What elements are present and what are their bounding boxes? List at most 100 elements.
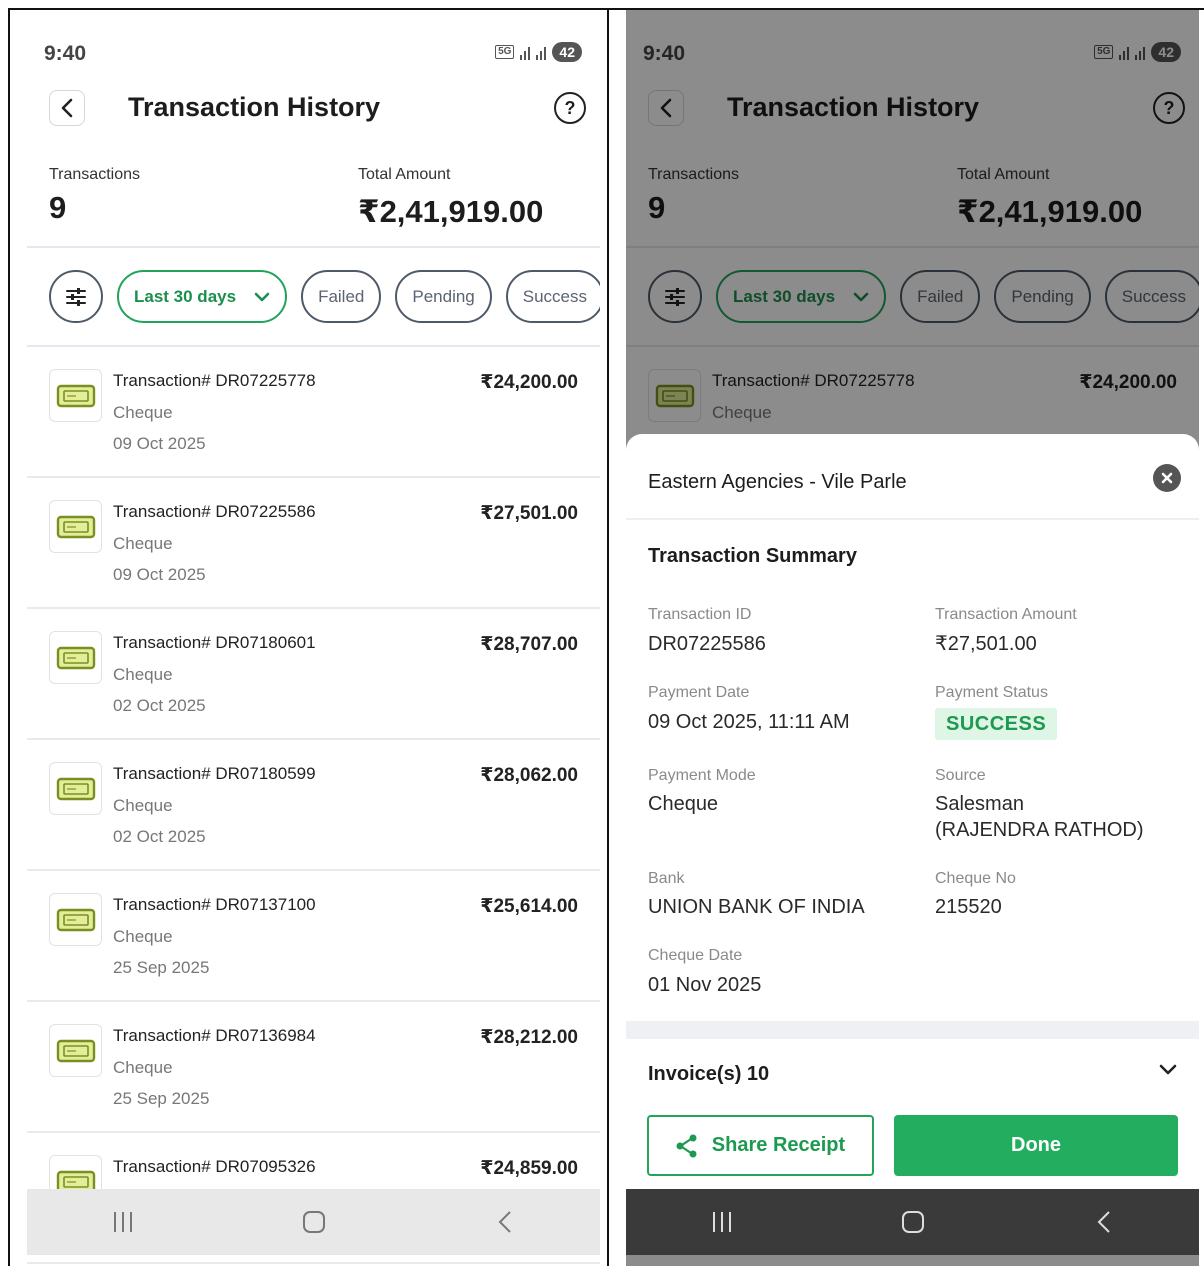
list-item[interactable]: Transaction# DR07180599 ₹28,062.00 Cheque 0… xyxy=(27,740,600,871)
payment-status-label: Payment Status xyxy=(935,684,1048,701)
bank-label: Bank xyxy=(648,870,685,887)
back-button[interactable] xyxy=(49,90,85,126)
help-button[interactable]: ? xyxy=(554,92,586,124)
system-nav-bar xyxy=(626,1189,1199,1255)
system-nav-bar xyxy=(27,1189,600,1255)
network-badge: 5G xyxy=(495,45,515,59)
app-bar: Transaction History ? xyxy=(27,88,600,138)
close-button[interactable] xyxy=(1153,464,1181,492)
chip-pending[interactable]: Pending xyxy=(395,270,492,323)
cheque-no-value: 215520 xyxy=(935,896,1002,918)
payment-mode-value: Cheque xyxy=(648,793,719,815)
transaction-date: 02 Oct 2025 xyxy=(113,827,206,846)
status-bar: 9:40 5G 42 xyxy=(27,40,600,70)
back-nav-icon[interactable] xyxy=(475,1202,535,1242)
transaction-id: Transaction# DR07180599 xyxy=(113,764,316,783)
cheque-icon xyxy=(49,500,102,553)
transaction-mode: Cheque xyxy=(113,796,173,815)
home-icon[interactable] xyxy=(883,1202,943,1242)
transaction-date: 09 Oct 2025 xyxy=(113,434,206,453)
summary-divider xyxy=(27,246,600,248)
list-item[interactable]: Transaction# DR07136984 ₹28,212.00 Cheque 2… xyxy=(27,1002,600,1133)
left-screen-frame: 9:40 5G 42 Transaction History ? Transac… xyxy=(8,8,610,1266)
transaction-amount-value: ₹27,501.00 xyxy=(935,633,1037,655)
transaction-date: 25 Sep 2025 xyxy=(113,1089,210,1108)
chip-failed[interactable]: Failed xyxy=(301,270,382,323)
date-range-dropdown[interactable]: Last 30 days xyxy=(117,270,288,323)
list-item[interactable]: Transaction# DR07225586 ₹27,501.00 Cheque 0… xyxy=(27,478,600,609)
transaction-detail-screen: 9:40 5G 42 Transaction History ? Transac… xyxy=(626,10,1199,1266)
transaction-id: Transaction# DR07095326 xyxy=(113,1157,316,1176)
section-separator xyxy=(626,1021,1199,1039)
source-value-line2: (RAJENDRA RATHOD) xyxy=(935,819,1144,841)
transaction-amount: ₹27,501.00 xyxy=(480,503,578,524)
filter-button[interactable] xyxy=(49,270,103,323)
list-item[interactable]: Transaction# DR07180601 ₹28,707.00 Cheque 0… xyxy=(27,609,600,740)
transaction-amount-label: Transaction Amount xyxy=(935,606,1077,623)
close-circle-icon xyxy=(1161,472,1173,484)
transaction-date: 25 Sep 2025 xyxy=(113,958,210,977)
transaction-amount: ₹24,859.00 xyxy=(480,1158,578,1179)
payment-status-badge: SUCCESS xyxy=(935,708,1058,740)
signal-icon-2 xyxy=(536,44,547,60)
transactions-label: Transactions xyxy=(49,166,140,183)
payment-date-label: Payment Date xyxy=(648,684,750,701)
transaction-amount: ₹28,707.00 xyxy=(480,634,578,655)
transaction-amount: ₹25,614.00 xyxy=(480,896,578,917)
bank-value: UNION BANK OF INDIA xyxy=(648,896,865,918)
transaction-amount: ₹28,062.00 xyxy=(480,765,578,786)
cheque-icon xyxy=(49,369,102,422)
right-screen-frame: 9:40 5G 42 Transaction History ? Transac… xyxy=(607,8,1204,1266)
list-item[interactable]: Transaction# DR07225778 ₹24,200.00 Cheque 0… xyxy=(27,347,600,478)
cheque-no-label: Cheque No xyxy=(935,870,1016,887)
list-item[interactable]: Transaction# DR07137100 ₹25,614.00 Cheque 2… xyxy=(27,871,600,1002)
payment-mode-label: Payment Mode xyxy=(648,767,756,784)
total-amount-value: ₹2,41,919.00 xyxy=(358,194,544,229)
source-label: Source xyxy=(935,767,986,784)
transaction-date: 02 Oct 2025 xyxy=(113,696,206,715)
page-title: Transaction History xyxy=(128,92,381,122)
sheet-title: Eastern Agencies - Vile Parle xyxy=(648,471,907,493)
share-receipt-button[interactable]: Share Receipt xyxy=(647,1115,874,1176)
transaction-mode: Cheque xyxy=(113,927,173,946)
home-icon[interactable] xyxy=(284,1202,344,1242)
chip-success[interactable]: Success xyxy=(505,270,600,323)
chevron-down-icon xyxy=(254,292,270,301)
question-circle-icon: ? xyxy=(564,97,576,118)
recent-apps-icon[interactable] xyxy=(692,1202,752,1242)
chevron-down-icon[interactable] xyxy=(1159,1064,1177,1076)
invoices-toggle[interactable]: Invoice(s) 10 xyxy=(648,1063,769,1086)
back-nav-icon[interactable] xyxy=(1074,1202,1134,1242)
cheque-icon xyxy=(49,762,102,815)
transaction-id: Transaction# DR07137100 xyxy=(113,895,316,914)
sheet-divider xyxy=(626,518,1199,520)
transaction-mode: Cheque xyxy=(113,665,173,684)
total-amount-label: Total Amount xyxy=(358,166,451,183)
transactions-count: 9 xyxy=(49,190,67,225)
transaction-id: Transaction# DR07180601 xyxy=(113,633,316,652)
cheque-date-label: Cheque Date xyxy=(648,947,743,964)
transaction-id: Transaction# DR07136984 xyxy=(113,1026,316,1045)
transaction-mode: Cheque xyxy=(113,1058,173,1077)
transaction-amount: ₹24,200.00 xyxy=(480,372,578,393)
recent-apps-icon[interactable] xyxy=(93,1202,153,1242)
share-receipt-label: Share Receipt xyxy=(711,1134,846,1156)
chevron-left-icon xyxy=(61,98,73,118)
transaction-detail-sheet: Eastern Agencies - Vile Parle Transactio… xyxy=(626,434,1199,1189)
battery-icon: 42 xyxy=(552,42,582,62)
transaction-mode: Cheque xyxy=(113,534,173,553)
source-value-line1: Salesman xyxy=(935,793,1024,815)
transaction-summary-heading: Transaction Summary xyxy=(648,545,857,567)
transaction-amount: ₹28,212.00 xyxy=(480,1027,578,1048)
cheque-date-value: 01 Nov 2025 xyxy=(648,974,762,996)
signal-icon xyxy=(520,44,531,60)
transaction-id-label: Transaction ID xyxy=(648,606,752,623)
done-button[interactable]: Done xyxy=(894,1115,1178,1176)
filter-chips: Last 30 days Failed Pending Success xyxy=(49,270,600,324)
status-icons: 5G 42 xyxy=(495,42,582,62)
transaction-id: Transaction# DR07225586 xyxy=(113,502,316,521)
cheque-icon xyxy=(49,1024,102,1077)
transaction-id: Transaction# DR07225778 xyxy=(113,371,316,390)
sliders-icon xyxy=(66,287,86,306)
transaction-id-value: DR07225586 xyxy=(648,633,766,655)
